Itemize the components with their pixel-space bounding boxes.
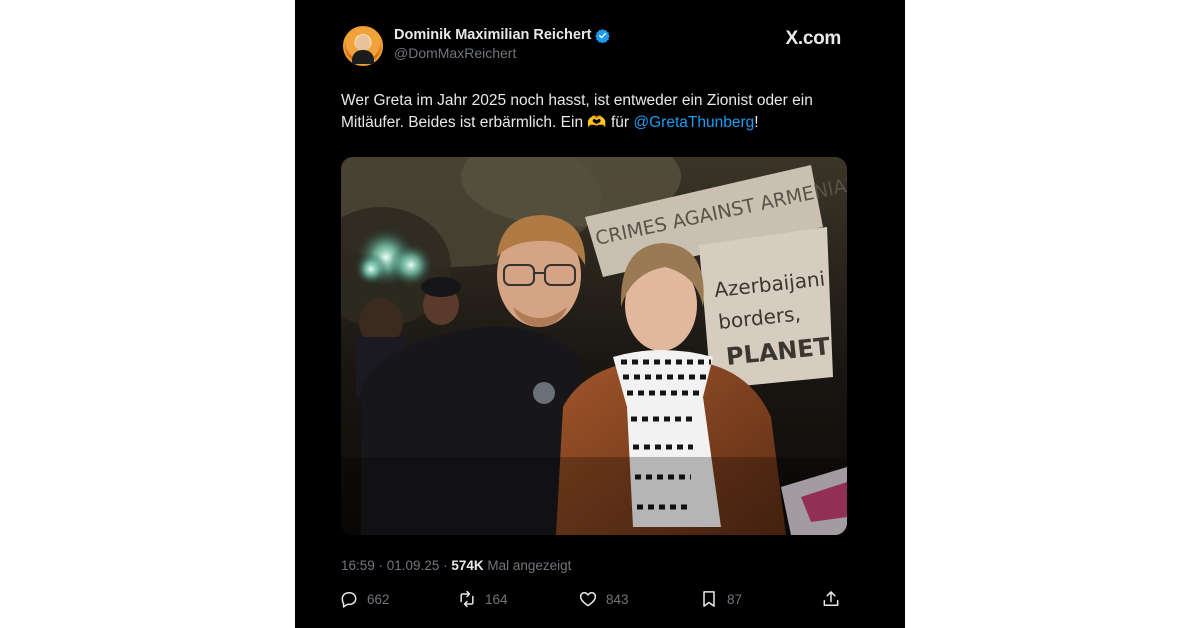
share-icon [823,591,839,606]
reply-count: 662 [367,591,390,607]
mention-link[interactable]: @GretaThunberg [633,114,754,131]
view-count-label: Mal angezeigt [483,558,572,573]
avatar-face [356,35,370,51]
post-meta: 16:59 · 01.09.25 · 574K Mal angezeigt [341,558,571,573]
post-text-part: ! [754,114,759,131]
view-count: 574K [451,558,484,573]
bookmark-button[interactable]: 87 [699,589,742,609]
x-logo[interactable]: X.com [785,28,841,50]
post-card: Dominik Maximilian Reichert @DomMaxReich… [295,0,905,628]
post-text-part: für [606,114,634,131]
author-name-line: Dominik Maximilian Reichert [394,27,611,43]
crowd-cap [421,277,461,297]
heart-hands-emoji: 🫶 [587,114,607,131]
like-count: 843 [606,591,629,607]
share-button[interactable] [821,589,841,609]
reply-icon [341,592,357,608]
bookmark-icon [703,591,715,607]
repost-count: 164 [485,591,508,607]
author-avatar[interactable] [343,26,383,66]
repost-button[interactable]: 164 [457,589,508,609]
reply-button[interactable]: 662 [339,589,390,609]
repost-icon [460,590,474,608]
photo-shade [341,457,847,535]
author-name[interactable]: Dominik Maximilian Reichert [394,27,591,43]
avatar-body [352,50,374,64]
heart-icon [579,592,597,607]
like-button[interactable]: 843 [578,589,629,609]
post-text: Wer Greta im Jahr 2025 noch hasst, ist e… [341,90,851,134]
post-timestamp[interactable]: 16:59 · 01.09.25 · [341,558,451,573]
street-light [355,253,387,285]
author-handle[interactable]: @DomMaxReichert [394,45,516,61]
verified-badge-icon [595,28,611,43]
post-photo[interactable]: CRIMES AGAINST ARMENIANS Azerbaijani bor… [341,157,847,535]
photo-illustration: CRIMES AGAINST ARMENIANS Azerbaijani bor… [341,157,847,535]
action-bar: 662 164 843 87 [341,589,847,613]
man-pin [533,382,555,404]
bookmark-count: 87 [727,591,743,607]
